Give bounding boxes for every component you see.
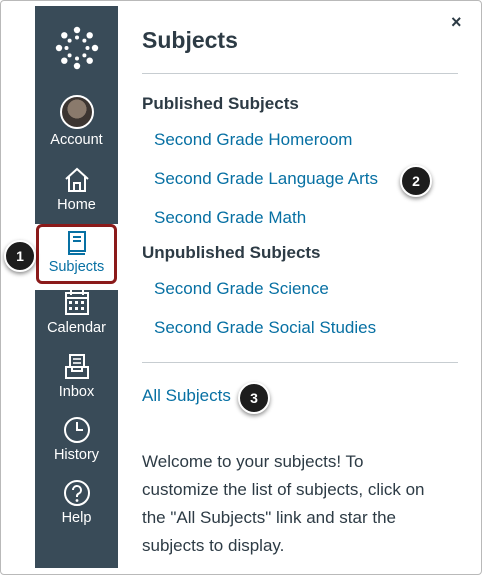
nav-calendar[interactable]: Calendar: [35, 289, 118, 336]
subject-link[interactable]: Second Grade Language Arts: [154, 169, 378, 189]
nav-account[interactable]: Account: [35, 95, 118, 148]
nav-calendar-label: Calendar: [47, 320, 106, 336]
nav-home[interactable]: Home: [35, 166, 118, 213]
nav-home-label: Home: [57, 197, 96, 213]
subjects-highlight-outline: [36, 224, 117, 284]
inbox-icon: [64, 354, 89, 379]
subject-link[interactable]: Second Grade Homeroom: [154, 130, 352, 150]
subject-link[interactable]: Second Grade Science: [154, 279, 329, 299]
nav-account-label: Account: [50, 132, 103, 148]
clock-icon: [63, 417, 90, 443]
published-heading: Published Subjects: [142, 94, 299, 113]
subject-link[interactable]: Second Grade Social Studies: [154, 318, 376, 338]
callout-badge-2: 2: [400, 165, 432, 197]
callout-badge-3: 3: [238, 382, 270, 414]
nav-help[interactable]: Help: [35, 479, 118, 526]
close-icon[interactable]: ×: [451, 12, 462, 33]
canvas-logo-icon[interactable]: [53, 24, 101, 72]
divider: [142, 73, 458, 74]
nav-inbox-label: Inbox: [58, 384, 95, 400]
help-icon: [63, 480, 90, 506]
nav-history[interactable]: History: [35, 416, 118, 463]
home-icon: [64, 167, 89, 192]
avatar: [59, 95, 94, 129]
all-subjects-link[interactable]: All Subjects: [142, 386, 231, 406]
subject-link[interactable]: Second Grade Math: [154, 208, 306, 228]
welcome-text: Welcome to your subjects! To customize t…: [142, 452, 425, 555]
unpublished-heading: Unpublished Subjects: [142, 243, 321, 262]
nav-inbox[interactable]: Inbox: [35, 353, 118, 400]
nav-help-label: Help: [61, 510, 92, 526]
callout-badge-1: 1: [4, 240, 36, 272]
divider: [142, 362, 458, 363]
global-nav: Account Home Subjects Calendar Inbox His…: [35, 6, 118, 568]
tray-title: Subjects: [142, 27, 238, 53]
nav-history-label: History: [53, 447, 100, 463]
calendar-icon: [64, 290, 89, 315]
